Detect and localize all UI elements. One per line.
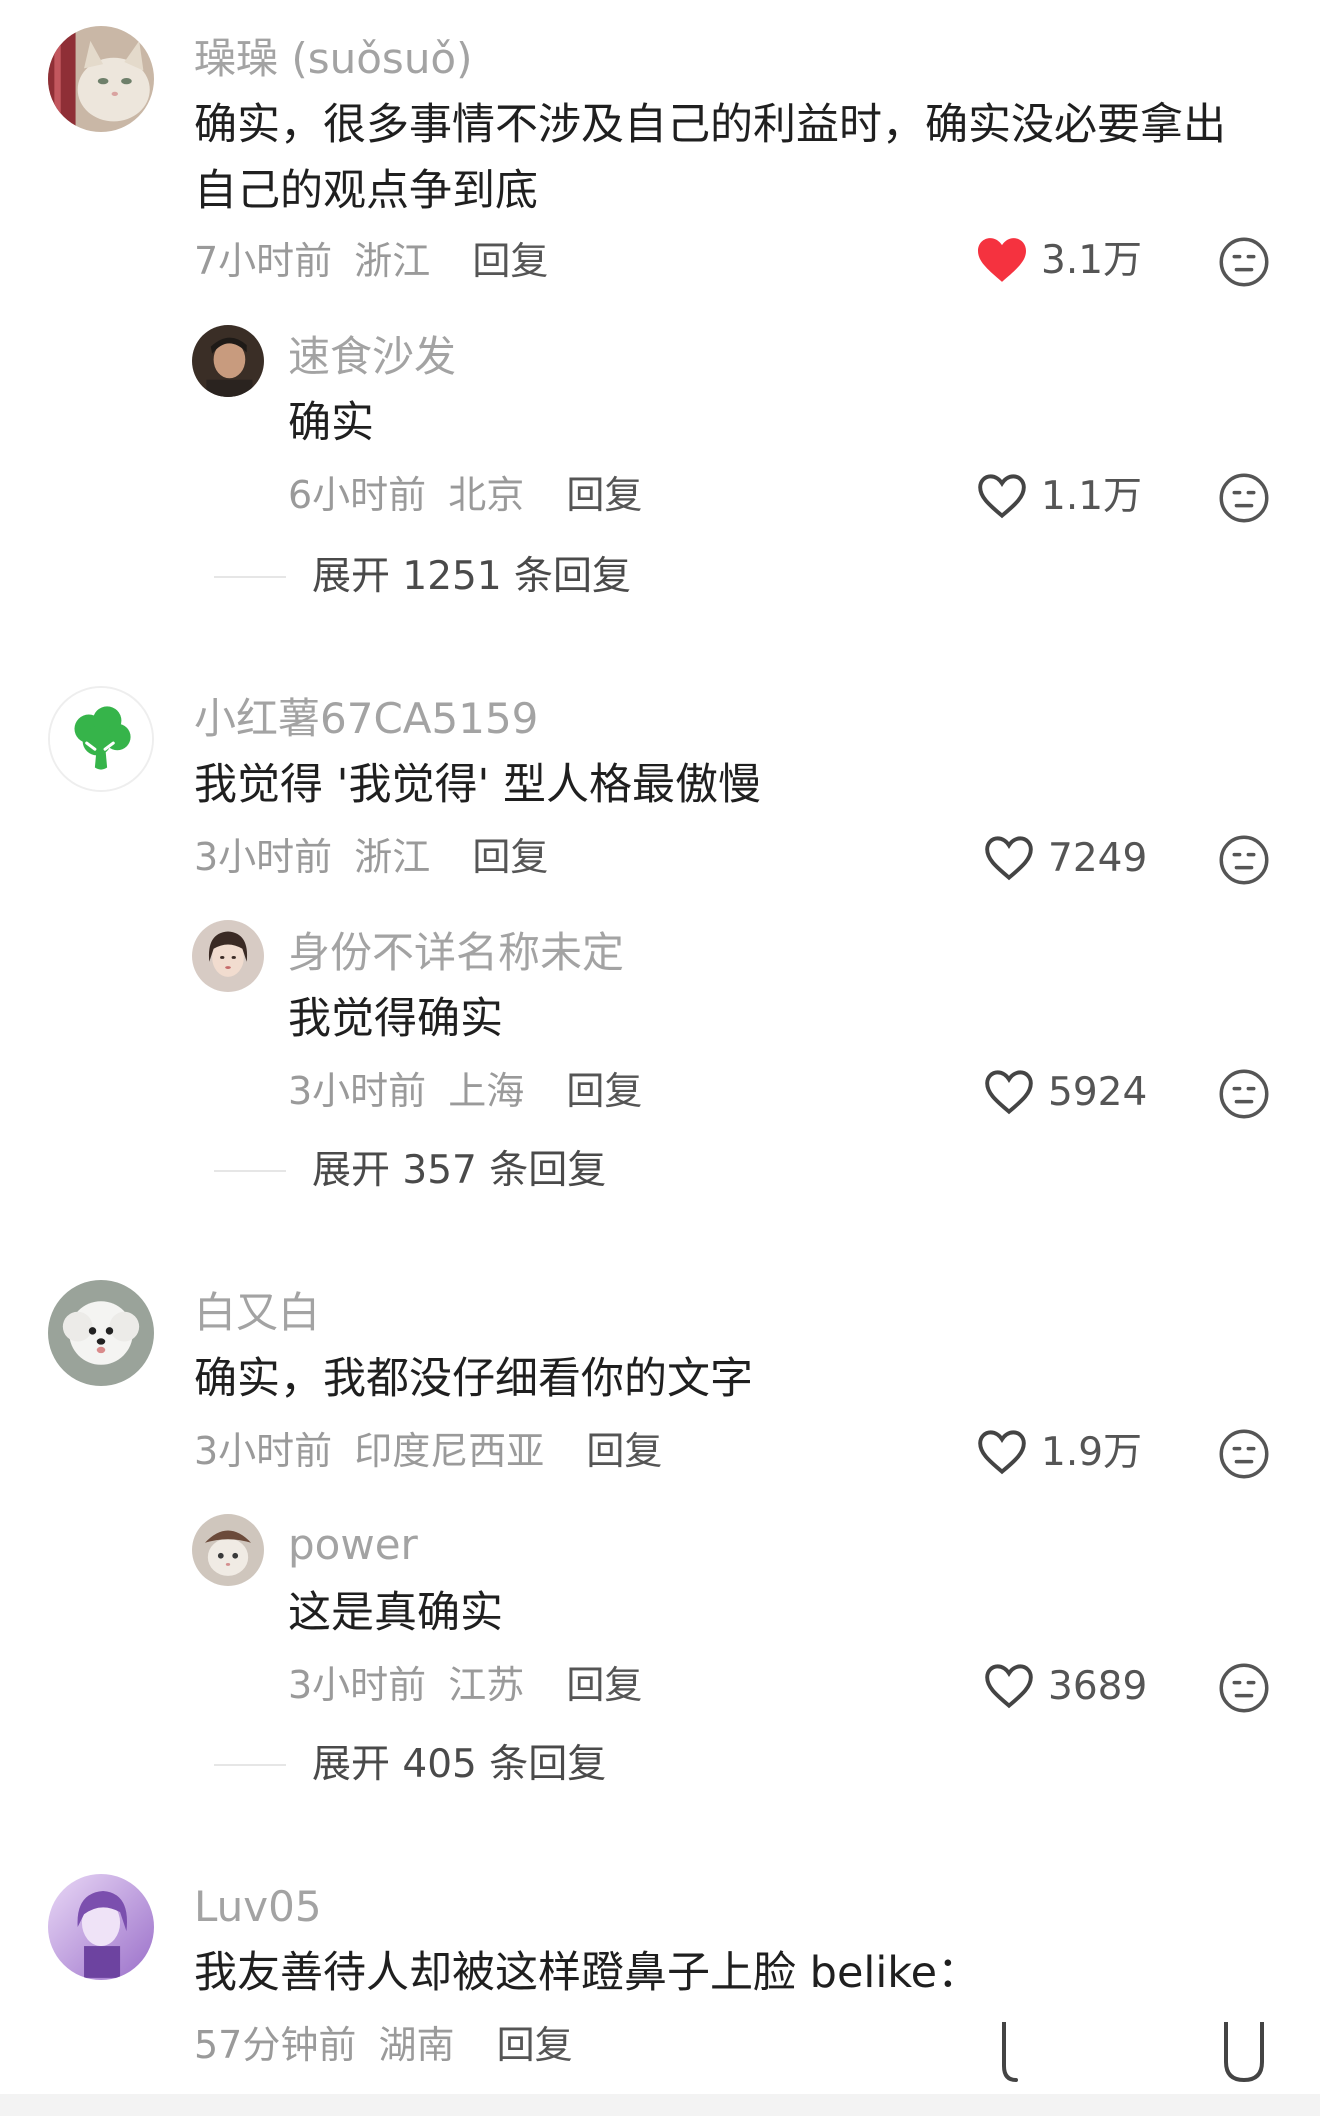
dislike-face-icon[interactable] [1218, 834, 1270, 886]
reply-time: 3小时前 [288, 1663, 427, 1707]
heart-outline-icon [978, 474, 1026, 519]
reply-meta: 3小时前 上海 回复 [288, 1072, 642, 1110]
comment-meta: 3小时前 浙江 回复 [194, 838, 548, 876]
reply-meta: 6小时前 北京 回复 [288, 476, 642, 514]
comment-author[interactable]: 小红薯67CA5159 [194, 698, 538, 740]
heart-outline-icon [985, 836, 1033, 881]
like-count: 1.9万 [1041, 1429, 1143, 1475]
comment-author[interactable]: Luv05 [194, 1886, 322, 1928]
like-button[interactable]: 5924 [982, 1068, 1147, 1116]
reply-button[interactable]: 回复 [586, 1429, 662, 1473]
comment-meta: 3小时前 印度尼西亚 回复 [194, 1432, 662, 1470]
like-button[interactable]: 1.9万 [975, 1428, 1142, 1476]
like-count: 5924 [1048, 1069, 1148, 1115]
heart-filled-icon [978, 238, 1026, 282]
purple-anime-avatar-icon [48, 1874, 154, 1980]
user-avatar[interactable] [48, 686, 154, 792]
like-count: 3689 [1048, 1663, 1148, 1709]
like-button[interactable]: 3689 [982, 1662, 1147, 1710]
reply-button[interactable]: 回复 [472, 835, 548, 879]
divider [214, 576, 286, 578]
reply-region: 北京 [448, 473, 525, 517]
white-dog-avatar-icon [48, 1280, 154, 1386]
comment-region: 浙江 [354, 835, 431, 879]
user-avatar[interactable] [48, 1874, 154, 1980]
heart-outline-icon [985, 1664, 1033, 1709]
reply-avatar[interactable] [192, 325, 264, 397]
like-count: 7249 [1048, 835, 1148, 881]
reply-button[interactable]: 回复 [497, 2023, 573, 2067]
comment-time: 3小时前 [194, 835, 333, 879]
reply-button[interactable]: 回复 [566, 1069, 642, 1113]
dislike-button-partial[interactable] [1222, 2020, 1266, 2088]
comment-region: 湖南 [378, 2023, 455, 2067]
girl-avatar-icon [192, 920, 264, 992]
cat-hat-avatar-icon [192, 1514, 264, 1586]
reply-text: 这是真确实 [288, 1588, 503, 1638]
heart-partial-icon [1002, 2020, 1018, 2082]
dislike-face-icon[interactable] [1218, 1068, 1270, 1120]
comment-text: 我友善待人却被这样蹬鼻子上脸 belike： [194, 1948, 981, 1998]
heart-outline-icon [978, 1430, 1026, 1475]
reply-region: 江苏 [448, 1663, 525, 1707]
divider [214, 1170, 286, 1172]
reply-time: 3小时前 [288, 1069, 427, 1113]
reply-author[interactable]: power [288, 1524, 418, 1566]
like-button-partial[interactable] [998, 2020, 1024, 2088]
comment-time: 7小时前 [194, 239, 333, 283]
heart-outline-icon [985, 1070, 1033, 1115]
dislike-face-icon[interactable] [1218, 236, 1270, 288]
comment-time: 3小时前 [194, 1429, 333, 1473]
reply-text: 确实 [288, 398, 374, 448]
reply-author[interactable]: 身份不详名称未定 [288, 932, 624, 974]
expand-replies-button[interactable]: 展开 357 条回复 [312, 1151, 606, 1190]
reply-text: 我觉得确实 [288, 994, 503, 1044]
person-avatar-icon [192, 325, 264, 397]
reply-time: 6小时前 [288, 473, 427, 517]
reply-button[interactable]: 回复 [472, 239, 548, 283]
reply-region: 上海 [448, 1069, 525, 1113]
dislike-face-icon[interactable] [1218, 1662, 1270, 1714]
reply-avatar[interactable] [192, 1514, 264, 1586]
dislike-face-icon[interactable] [1218, 472, 1270, 524]
comment-text: 确实，很多事情不涉及自己的利益时，确实没必要拿出自己的观点争到底 [194, 100, 1226, 216]
reply-avatar[interactable] [192, 920, 264, 992]
like-button[interactable]: 7249 [982, 834, 1147, 882]
comment-time: 57分钟前 [194, 2023, 357, 2067]
comment-text: 我觉得 '我觉得' 型人格最傲慢 [194, 760, 761, 810]
like-count: 3.1万 [1041, 237, 1143, 283]
dislike-face-partial-icon [1224, 2020, 1264, 2083]
comment-region: 浙江 [354, 239, 431, 283]
cat-avatar-icon [48, 26, 154, 132]
divider [214, 1764, 286, 1766]
comment-author[interactable]: 璪璪 (suǒsuǒ) [194, 38, 473, 80]
comment-author[interactable]: 白又白 [194, 1292, 320, 1334]
reply-button[interactable]: 回复 [566, 1663, 642, 1707]
like-button[interactable]: 3.1万 [975, 236, 1142, 284]
comment-region: 印度尼西亚 [354, 1429, 545, 1473]
reply-meta: 3小时前 江苏 回复 [288, 1666, 642, 1704]
comment-meta: 57分钟前 湖南 回复 [194, 2026, 573, 2064]
user-avatar[interactable] [48, 26, 154, 132]
bottom-bar [0, 2094, 1320, 2116]
reply-author[interactable]: 速食沙发 [288, 336, 456, 378]
comment-meta: 7小时前 浙江 回复 [194, 242, 548, 280]
comment-text: 确实，我都没仔细看你的文字 [194, 1354, 753, 1404]
broccoli-avatar-icon [50, 688, 152, 790]
dislike-face-icon[interactable] [1218, 1428, 1270, 1480]
reply-button[interactable]: 回复 [566, 473, 642, 517]
user-avatar[interactable] [48, 1280, 154, 1386]
expand-replies-button[interactable]: 展开 405 条回复 [312, 1745, 606, 1784]
like-count: 1.1万 [1041, 473, 1143, 519]
like-button[interactable]: 1.1万 [975, 472, 1142, 520]
expand-replies-button[interactable]: 展开 1251 条回复 [312, 557, 631, 596]
